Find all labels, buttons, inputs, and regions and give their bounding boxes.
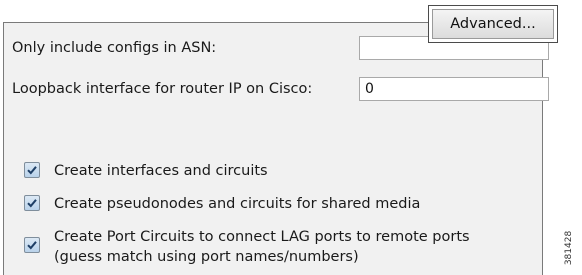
settings-panel: Only include configs in ASN: Loopback in…: [3, 22, 549, 275]
interfaces-checkbox-label: Create interfaces and circuits: [54, 163, 268, 179]
checkmark-icon: [27, 241, 37, 250]
check-row-interfaces[interactable]: Create interfaces and circuits: [24, 161, 268, 181]
checkmark-icon: [27, 199, 37, 208]
port-circuits-label-line1: Create Port Circuits to connect LAG port…: [54, 229, 470, 245]
check-row-port-circuits[interactable]: Create Port Circuits to connect LAG port…: [24, 227, 470, 267]
checkmark-icon: [27, 166, 37, 175]
asn-label: Only include configs in ASN:: [12, 40, 217, 56]
advanced-button-label: Advanced...: [450, 16, 536, 32]
port-circuits-label-line2: (guess match using port names/numbers): [54, 249, 359, 265]
pseudonodes-checkbox-label: Create pseudonodes and circuits for shar…: [54, 196, 421, 212]
check-row-pseudonodes[interactable]: Create pseudonodes and circuits for shar…: [24, 194, 420, 214]
dialog-page: Only include configs in ASN: Loopback in…: [0, 0, 582, 275]
figure-id-text: 381428: [564, 230, 575, 265]
advanced-button-face[interactable]: Advanced...: [432, 9, 554, 39]
loopback-label: Loopback interface for router IP on Cisc…: [12, 81, 313, 97]
figure-id: 381428: [562, 220, 576, 275]
interfaces-checkbox[interactable]: [24, 162, 40, 178]
advanced-button[interactable]: Advanced...: [428, 5, 558, 43]
pseudonodes-checkbox[interactable]: [24, 195, 40, 211]
port-circuits-checkbox-label: Create Port Circuits to connect LAG port…: [54, 227, 470, 267]
port-circuits-checkbox[interactable]: [24, 237, 40, 253]
loopback-input[interactable]: [359, 77, 549, 101]
